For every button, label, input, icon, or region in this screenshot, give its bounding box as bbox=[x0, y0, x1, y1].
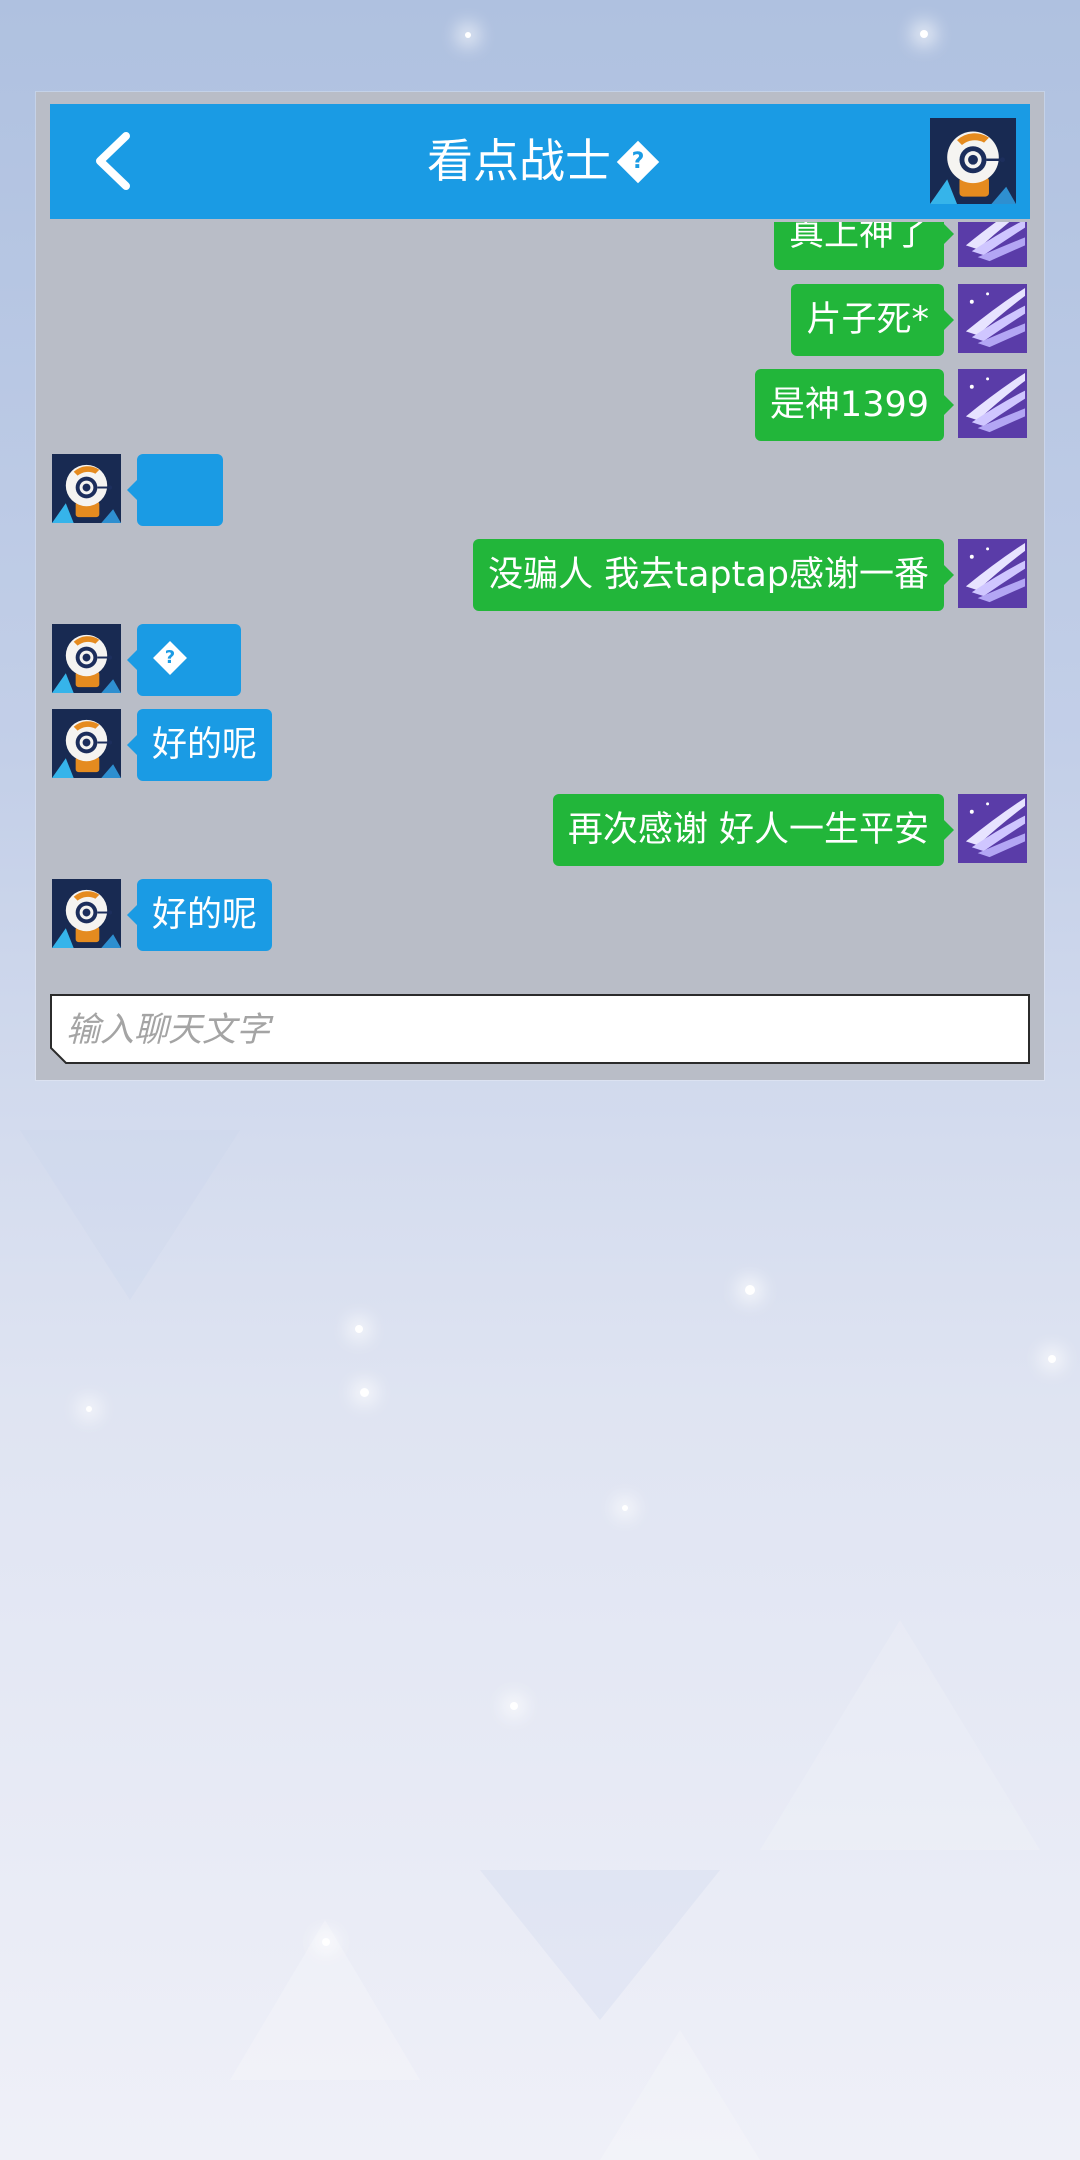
incoming-message-bubble[interactable]: ? bbox=[127, 624, 241, 696]
chat-title: 看点战士? bbox=[210, 104, 870, 219]
incoming-message-bubble[interactable]: 好的呢 bbox=[126, 709, 273, 781]
chevron-left-icon bbox=[96, 132, 130, 190]
back-button[interactable] bbox=[80, 126, 150, 196]
outgoing-message-bubble[interactable]: 真上神了 bbox=[773, 222, 955, 270]
outgoing-message-bubble[interactable]: 是神1399 bbox=[754, 369, 955, 441]
purple-wing-avatar-icon[interactable] bbox=[958, 539, 1027, 608]
message-row: 再次感谢 好人一生平安 bbox=[36, 794, 1044, 866]
message-row: 好的呢 bbox=[36, 709, 1044, 781]
message-list[interactable]: 真上神了 片子死* 是神1399 没骗人 我去taptap感谢一番 ? 好的呢 … bbox=[36, 222, 1044, 980]
robot-avatar-icon[interactable] bbox=[52, 624, 121, 693]
purple-wing-avatar-icon[interactable] bbox=[958, 222, 1027, 267]
robot-avatar-icon[interactable] bbox=[52, 454, 121, 523]
chat-header: 看点战士? bbox=[50, 104, 1030, 219]
outgoing-message-bubble[interactable]: 没骗人 我去taptap感谢一番 bbox=[473, 539, 954, 611]
title-mark-icon: ? bbox=[616, 140, 660, 183]
message-row: 好的呢 bbox=[36, 879, 1044, 951]
message-row: 没骗人 我去taptap感谢一番 bbox=[36, 539, 1044, 611]
message-row bbox=[36, 454, 1044, 526]
message-row: ? bbox=[36, 624, 1044, 696]
incoming-message-bubble[interactable]: 好的呢 bbox=[126, 879, 273, 951]
purple-wing-avatar-icon[interactable] bbox=[958, 284, 1027, 353]
message-row: 片子死* bbox=[36, 284, 1044, 356]
outgoing-message-bubble[interactable]: 再次感谢 好人一生平安 bbox=[552, 794, 955, 866]
unknown-glyph-icon: ? bbox=[153, 641, 187, 675]
chat-panel: 看点战士? 真上神了 片子死* 是神1399 没骗人 我去taptap感谢一番 … bbox=[36, 92, 1044, 1080]
robot-avatar-icon[interactable] bbox=[52, 879, 121, 948]
purple-wing-avatar-icon[interactable] bbox=[958, 369, 1027, 438]
purple-wing-avatar-icon[interactable] bbox=[958, 794, 1027, 863]
outgoing-message-bubble[interactable]: 片子死* bbox=[791, 284, 954, 356]
incoming-message-bubble[interactable] bbox=[127, 454, 223, 526]
chat-input-container[interactable] bbox=[50, 994, 1030, 1064]
robot-avatar-icon[interactable] bbox=[930, 118, 1016, 204]
message-row: 是神1399 bbox=[36, 369, 1044, 441]
chat-title-text: 看点战士 bbox=[427, 134, 611, 188]
chat-text-input[interactable] bbox=[64, 1002, 1018, 1058]
message-row: 真上神了 bbox=[36, 222, 1044, 270]
robot-avatar-icon[interactable] bbox=[52, 709, 121, 778]
